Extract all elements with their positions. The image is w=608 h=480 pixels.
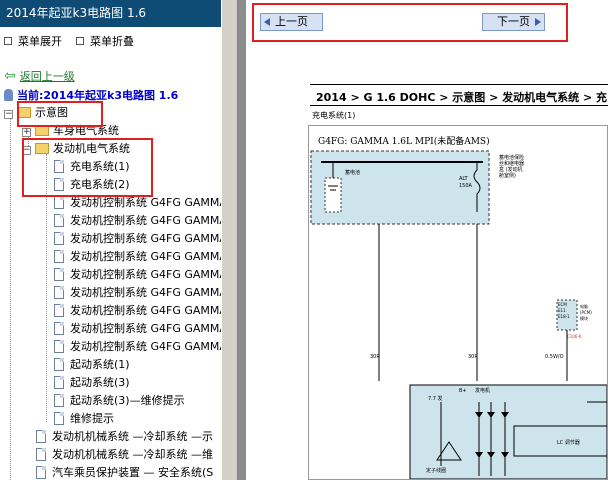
node-label: 维修提示 bbox=[70, 412, 114, 425]
document-icon bbox=[54, 322, 64, 335]
alternator-label: 发电机 bbox=[475, 387, 490, 394]
collapse-all-label: 菜单折叠 bbox=[90, 35, 134, 48]
wire-label-1: 30R bbox=[370, 354, 380, 360]
node-label: 发动机控制系统 G4FG GAMMA bbox=[70, 250, 221, 263]
expand-all-label: 菜单展开 bbox=[18, 35, 62, 48]
ecm-label-2: E11 bbox=[558, 308, 566, 313]
fuse-box-label-2: 丝和继电器 bbox=[499, 160, 524, 167]
node-label: 发动机机械系统 —冷却系统 —示 bbox=[52, 430, 213, 443]
ecm-label-3: E18-1 bbox=[558, 314, 570, 319]
document-icon bbox=[54, 358, 64, 371]
stator-label: 定子线圈 bbox=[426, 467, 446, 474]
document-icon bbox=[54, 286, 64, 299]
node-label: 发动机控制系统 G4FG GAMMA bbox=[70, 232, 221, 245]
node-label: 发动机控制系统 G4FG GAMMA bbox=[70, 214, 221, 227]
tree-item-starting-3[interactable]: 起动系统(3) bbox=[54, 374, 130, 391]
breadcrumb: 2014 > G 1.6 DOHC > 示意图 > 发动机电气系统 > 充电系统… bbox=[316, 91, 608, 104]
highlight-box bbox=[17, 101, 103, 127]
tree-item-cooling-1[interactable]: 发动机机械系统 —冷却系统 —示 bbox=[36, 428, 213, 445]
back-link[interactable]: ⇦ 返回上一级 bbox=[4, 68, 75, 84]
document-icon bbox=[54, 196, 64, 209]
window-title: 2014年起亚k3电路图 1.6 bbox=[0, 0, 221, 27]
diagram-viewer: 上一页 下一页 2014 > G 1.6 DOHC > 示意图 > 发动机电气系… bbox=[246, 0, 608, 480]
divider bbox=[310, 84, 608, 85]
tree-item-repair-tip[interactable]: 维修提示 bbox=[54, 410, 114, 427]
highlight-box bbox=[22, 138, 153, 197]
tree-item-ecu-7[interactable]: 发动机控制系统 G4FG GAMMA bbox=[54, 302, 221, 319]
document-icon bbox=[54, 214, 64, 227]
tree-item-starting-1[interactable]: 起动系统(1) bbox=[54, 356, 130, 373]
wiring-diagram-drawing: 蓄电池 ALT 150A 蓄电池保险 丝和继电器 盒 (发动机 舱室侧) 30R… bbox=[310, 150, 607, 479]
expand-toggle-icon[interactable]: + bbox=[22, 128, 31, 137]
tree-item-ecu-6[interactable]: 发动机控制系统 G4FG GAMMA bbox=[54, 284, 221, 301]
node-label: 发动机控制系统 G4FG GAMMA bbox=[70, 196, 221, 209]
ecm-label-1: ECM bbox=[558, 302, 567, 307]
fuse-box-label-3: 盒 (发动机 bbox=[499, 166, 523, 173]
ecm-sub-2: (PCM) bbox=[580, 310, 592, 315]
document-icon bbox=[54, 268, 64, 281]
battery-label: 蓄电池 bbox=[345, 169, 360, 176]
tree-item-ecu-4[interactable]: 发动机控制系统 G4FG GAMMA bbox=[54, 248, 221, 265]
tree-item-starting-3-repair[interactable]: 起动系统(3)—维修提示 bbox=[54, 392, 185, 409]
diagram-subtitle: 充电系统(1) bbox=[312, 111, 356, 120]
back-arrow-icon: ⇦ bbox=[4, 68, 16, 84]
document-icon bbox=[36, 430, 46, 443]
location-pin-icon bbox=[4, 89, 13, 101]
pane-splitter[interactable] bbox=[221, 0, 238, 480]
collapse-all-button[interactable]: 菜单折叠 bbox=[76, 33, 134, 49]
tree-item-ecu-2[interactable]: 发动机控制系统 G4FG GAMMA bbox=[54, 212, 221, 229]
fuse-box-label-4: 舱室侧) bbox=[499, 172, 516, 179]
node-label: 起动系统(3) bbox=[70, 376, 130, 389]
document-icon bbox=[54, 412, 64, 425]
wire-label-2: 30R bbox=[468, 354, 478, 360]
node-label: 起动系统(1) bbox=[70, 358, 130, 371]
collapse-toggle-icon[interactable]: − bbox=[4, 110, 13, 119]
document-icon bbox=[54, 394, 64, 407]
document-icon bbox=[36, 448, 46, 461]
divider bbox=[310, 105, 608, 106]
highlight-box bbox=[252, 3, 568, 42]
document-icon bbox=[54, 376, 64, 389]
node-label: 发动机控制系统 G4FG GAMMA bbox=[70, 322, 221, 335]
node-label: 起动系统(3)—维修提示 bbox=[70, 394, 185, 407]
alt-fuse-label: ALT bbox=[459, 176, 469, 182]
tree-item-ecu-9[interactable]: 发动机控制系统 G4FG GAMMA bbox=[54, 338, 221, 355]
tree-item-ecu-3[interactable]: 发动机控制系统 G4FG GAMMA bbox=[54, 230, 221, 247]
node-label: 发动机控制系统 G4FG GAMMA bbox=[70, 286, 221, 299]
node-label: 发动机控制系统 G4FG GAMMA bbox=[70, 340, 221, 353]
regulator-label: LC 调节器 bbox=[557, 439, 580, 446]
document-icon bbox=[36, 466, 46, 479]
node-label: 发动机机械系统 —冷却系统 —维 bbox=[52, 448, 213, 461]
document-icon bbox=[54, 340, 64, 353]
node-label: 发动机控制系统 G4FG GAMMA bbox=[70, 268, 221, 281]
wire-label-3: 0.5W/O bbox=[545, 354, 564, 360]
alt-fuse-amp: 150A bbox=[459, 183, 473, 189]
wire-c-label: C106-K bbox=[567, 334, 582, 339]
ecm-sub-3: 模块 bbox=[580, 315, 588, 321]
wiring-diagram: G4FG: GAMMA 1.6L MPI(未配备AMS) 蓄电池 ALT 150… bbox=[308, 125, 608, 480]
battery-icon bbox=[324, 177, 342, 213]
back-link-label: 返回上一级 bbox=[19, 70, 75, 83]
b-plus-label: B+ bbox=[459, 388, 467, 394]
tree-item-cooling-2[interactable]: 发动机机械系统 —冷却系统 —维 bbox=[36, 446, 213, 463]
node-label: 汽车乘员保护装置 — 安全系统(S bbox=[52, 466, 214, 479]
document-icon bbox=[54, 304, 64, 317]
tree-pane: 2014年起亚k3电路图 1.6 菜单展开 菜单折叠 ⇦ 返回上一级 当前:201… bbox=[0, 0, 221, 480]
collapse-icon bbox=[76, 37, 84, 45]
tree-item-ecu-5[interactable]: 发动机控制系统 G4FG GAMMA bbox=[54, 266, 221, 283]
expand-all-button[interactable]: 菜单展开 bbox=[4, 33, 62, 49]
ecm-sub-1: 电脑 bbox=[580, 303, 588, 309]
fuse-box-label-1: 蓄电池保险 bbox=[499, 154, 524, 161]
tree-line bbox=[10, 112, 11, 480]
node-label: 发动机控制系统 G4FG GAMMA bbox=[70, 304, 221, 317]
expand-icon bbox=[4, 37, 12, 45]
tree-item-ecu-8[interactable]: 发动机控制系统 G4FG GAMMA bbox=[54, 320, 221, 337]
pane-divider bbox=[238, 0, 246, 480]
document-icon bbox=[54, 250, 64, 263]
tree-item-srs[interactable]: 汽车乘员保护装置 — 安全系统(S bbox=[36, 464, 213, 480]
v77-label: 7.7 发 bbox=[428, 395, 443, 402]
document-icon bbox=[54, 232, 64, 245]
